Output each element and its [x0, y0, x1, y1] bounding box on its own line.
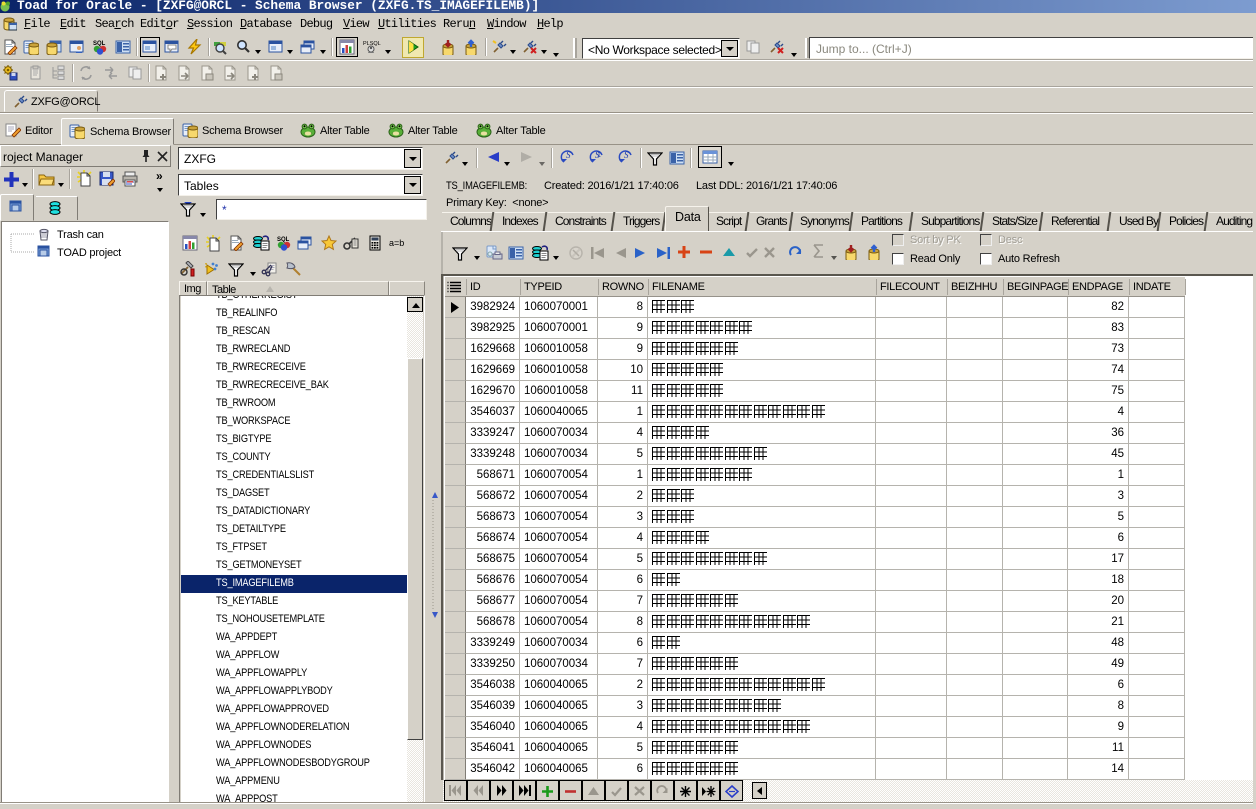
- svg-text:a=b: a=b: [389, 238, 404, 248]
- svg-text:S: S: [624, 150, 629, 160]
- svg-text:1: 1: [597, 152, 601, 159]
- svg-text:S: S: [566, 150, 571, 160]
